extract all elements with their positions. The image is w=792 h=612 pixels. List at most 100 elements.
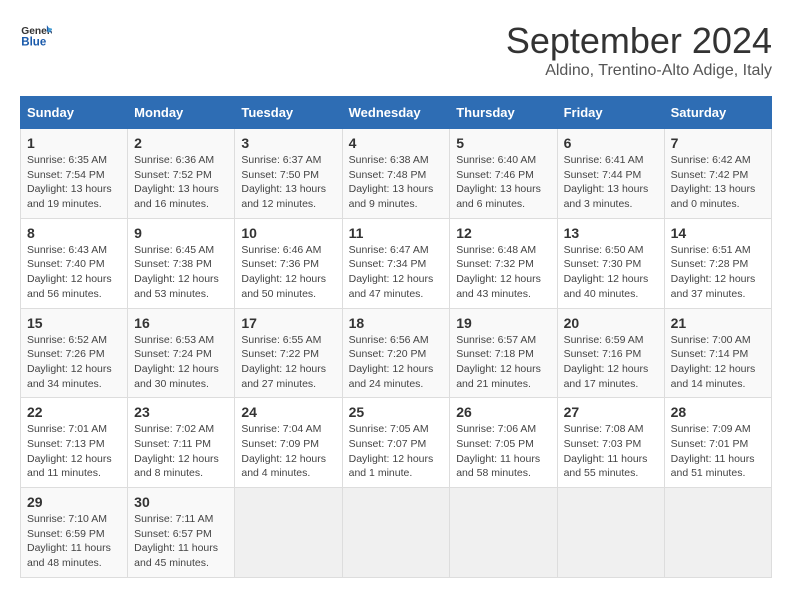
table-row: 6 Sunrise: 6:41 AM Sunset: 7:44 PM Dayli…: [557, 129, 664, 219]
table-row: 12 Sunrise: 6:48 AM Sunset: 7:32 PM Dayl…: [450, 218, 557, 308]
day-info: Sunrise: 6:40 AM Sunset: 7:46 PM Dayligh…: [456, 153, 550, 212]
logo: General Blue: [20, 20, 52, 52]
calendar-title: September 2024: [506, 20, 772, 62]
day-info: Sunrise: 6:38 AM Sunset: 7:48 PM Dayligh…: [349, 153, 444, 212]
calendar-week-3: 15 Sunrise: 6:52 AM Sunset: 7:26 PM Dayl…: [21, 308, 772, 398]
day-number: 10: [241, 225, 335, 241]
table-row: 29 Sunrise: 7:10 AM Sunset: 6:59 PM Dayl…: [21, 488, 128, 578]
logo-icon: General Blue: [20, 20, 52, 52]
day-info: Sunrise: 7:04 AM Sunset: 7:09 PM Dayligh…: [241, 422, 335, 481]
day-number: 25: [349, 404, 444, 420]
table-row: 17 Sunrise: 6:55 AM Sunset: 7:22 PM Dayl…: [235, 308, 342, 398]
table-row: [557, 488, 664, 578]
day-number: 18: [349, 315, 444, 331]
calendar-table: Sunday Monday Tuesday Wednesday Thursday…: [20, 96, 772, 578]
day-info: Sunrise: 6:36 AM Sunset: 7:52 PM Dayligh…: [134, 153, 228, 212]
calendar-week-1: 1 Sunrise: 6:35 AM Sunset: 7:54 PM Dayli…: [21, 129, 772, 219]
table-row: 19 Sunrise: 6:57 AM Sunset: 7:18 PM Dayl…: [450, 308, 557, 398]
table-row: 14 Sunrise: 6:51 AM Sunset: 7:28 PM Dayl…: [664, 218, 771, 308]
day-info: Sunrise: 7:09 AM Sunset: 7:01 PM Dayligh…: [671, 422, 765, 481]
calendar-subtitle: Aldino, Trentino-Alto Adige, Italy: [506, 62, 772, 80]
day-number: 28: [671, 404, 765, 420]
day-info: Sunrise: 7:05 AM Sunset: 7:07 PM Dayligh…: [349, 422, 444, 481]
header-thursday: Thursday: [450, 97, 557, 129]
day-number: 2: [134, 135, 228, 151]
svg-text:Blue: Blue: [21, 37, 47, 49]
day-number: 21: [671, 315, 765, 331]
table-row: 26 Sunrise: 7:06 AM Sunset: 7:05 PM Dayl…: [450, 398, 557, 488]
table-row: 23 Sunrise: 7:02 AM Sunset: 7:11 PM Dayl…: [128, 398, 235, 488]
table-row: 5 Sunrise: 6:40 AM Sunset: 7:46 PM Dayli…: [450, 129, 557, 219]
page-header: General Blue September 2024 Aldino, Tren…: [20, 20, 772, 80]
day-info: Sunrise: 6:53 AM Sunset: 7:24 PM Dayligh…: [134, 333, 228, 392]
table-row: [664, 488, 771, 578]
calendar-week-2: 8 Sunrise: 6:43 AM Sunset: 7:40 PM Dayli…: [21, 218, 772, 308]
calendar-week-5: 29 Sunrise: 7:10 AM Sunset: 6:59 PM Dayl…: [21, 488, 772, 578]
day-number: 12: [456, 225, 550, 241]
day-number: 3: [241, 135, 335, 151]
table-row: 2 Sunrise: 6:36 AM Sunset: 7:52 PM Dayli…: [128, 129, 235, 219]
table-row: 20 Sunrise: 6:59 AM Sunset: 7:16 PM Dayl…: [557, 308, 664, 398]
day-info: Sunrise: 6:45 AM Sunset: 7:38 PM Dayligh…: [134, 243, 228, 302]
day-info: Sunrise: 7:01 AM Sunset: 7:13 PM Dayligh…: [27, 422, 121, 481]
day-number: 11: [349, 225, 444, 241]
day-number: 8: [27, 225, 121, 241]
table-row: 30 Sunrise: 7:11 AM Sunset: 6:57 PM Dayl…: [128, 488, 235, 578]
day-info: Sunrise: 6:35 AM Sunset: 7:54 PM Dayligh…: [27, 153, 121, 212]
table-row: [450, 488, 557, 578]
table-row: 4 Sunrise: 6:38 AM Sunset: 7:48 PM Dayli…: [342, 129, 450, 219]
day-number: 16: [134, 315, 228, 331]
day-info: Sunrise: 7:00 AM Sunset: 7:14 PM Dayligh…: [671, 333, 765, 392]
day-info: Sunrise: 6:43 AM Sunset: 7:40 PM Dayligh…: [27, 243, 121, 302]
table-row: 18 Sunrise: 6:56 AM Sunset: 7:20 PM Dayl…: [342, 308, 450, 398]
day-info: Sunrise: 6:57 AM Sunset: 7:18 PM Dayligh…: [456, 333, 550, 392]
day-number: 22: [27, 404, 121, 420]
day-number: 5: [456, 135, 550, 151]
day-number: 29: [27, 494, 121, 510]
table-row: 15 Sunrise: 6:52 AM Sunset: 7:26 PM Dayl…: [21, 308, 128, 398]
header-sunday: Sunday: [21, 97, 128, 129]
day-info: Sunrise: 7:10 AM Sunset: 6:59 PM Dayligh…: [27, 512, 121, 571]
title-section: September 2024 Aldino, Trentino-Alto Adi…: [506, 20, 772, 80]
table-row: 28 Sunrise: 7:09 AM Sunset: 7:01 PM Dayl…: [664, 398, 771, 488]
day-info: Sunrise: 6:56 AM Sunset: 7:20 PM Dayligh…: [349, 333, 444, 392]
header-tuesday: Tuesday: [235, 97, 342, 129]
table-row: 10 Sunrise: 6:46 AM Sunset: 7:36 PM Dayl…: [235, 218, 342, 308]
table-row: 9 Sunrise: 6:45 AM Sunset: 7:38 PM Dayli…: [128, 218, 235, 308]
table-row: 27 Sunrise: 7:08 AM Sunset: 7:03 PM Dayl…: [557, 398, 664, 488]
table-row: 16 Sunrise: 6:53 AM Sunset: 7:24 PM Dayl…: [128, 308, 235, 398]
table-row: 11 Sunrise: 6:47 AM Sunset: 7:34 PM Dayl…: [342, 218, 450, 308]
day-info: Sunrise: 6:55 AM Sunset: 7:22 PM Dayligh…: [241, 333, 335, 392]
day-info: Sunrise: 6:47 AM Sunset: 7:34 PM Dayligh…: [349, 243, 444, 302]
day-number: 1: [27, 135, 121, 151]
day-number: 24: [241, 404, 335, 420]
day-info: Sunrise: 7:11 AM Sunset: 6:57 PM Dayligh…: [134, 512, 228, 571]
day-number: 27: [564, 404, 658, 420]
day-info: Sunrise: 6:48 AM Sunset: 7:32 PM Dayligh…: [456, 243, 550, 302]
day-info: Sunrise: 6:50 AM Sunset: 7:30 PM Dayligh…: [564, 243, 658, 302]
day-number: 7: [671, 135, 765, 151]
day-info: Sunrise: 7:08 AM Sunset: 7:03 PM Dayligh…: [564, 422, 658, 481]
day-number: 23: [134, 404, 228, 420]
table-row: 13 Sunrise: 6:50 AM Sunset: 7:30 PM Dayl…: [557, 218, 664, 308]
table-row: 7 Sunrise: 6:42 AM Sunset: 7:42 PM Dayli…: [664, 129, 771, 219]
day-info: Sunrise: 7:02 AM Sunset: 7:11 PM Dayligh…: [134, 422, 228, 481]
header-saturday: Saturday: [664, 97, 771, 129]
day-number: 30: [134, 494, 228, 510]
day-info: Sunrise: 6:42 AM Sunset: 7:42 PM Dayligh…: [671, 153, 765, 212]
day-number: 9: [134, 225, 228, 241]
table-row: 25 Sunrise: 7:05 AM Sunset: 7:07 PM Dayl…: [342, 398, 450, 488]
day-number: 17: [241, 315, 335, 331]
table-row: 22 Sunrise: 7:01 AM Sunset: 7:13 PM Dayl…: [21, 398, 128, 488]
table-row: [235, 488, 342, 578]
header-monday: Monday: [128, 97, 235, 129]
day-info: Sunrise: 6:37 AM Sunset: 7:50 PM Dayligh…: [241, 153, 335, 212]
day-number: 26: [456, 404, 550, 420]
day-info: Sunrise: 7:06 AM Sunset: 7:05 PM Dayligh…: [456, 422, 550, 481]
day-info: Sunrise: 6:59 AM Sunset: 7:16 PM Dayligh…: [564, 333, 658, 392]
header-friday: Friday: [557, 97, 664, 129]
day-info: Sunrise: 6:51 AM Sunset: 7:28 PM Dayligh…: [671, 243, 765, 302]
day-number: 13: [564, 225, 658, 241]
day-info: Sunrise: 6:52 AM Sunset: 7:26 PM Dayligh…: [27, 333, 121, 392]
day-number: 6: [564, 135, 658, 151]
